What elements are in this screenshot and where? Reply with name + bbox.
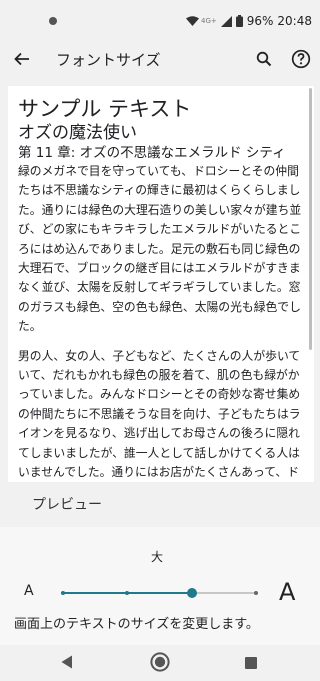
sample-text-title: サンプル テキスト [18,97,192,121]
preview-paragraph: 男の人、女の人、子どもなど、たくさんの人が歩いていて、だれもかれも緑色の服を着て… [18,348,301,480]
arrow-back-icon [14,52,29,66]
font-size-slider[interactable] [61,586,258,600]
app-bar: フォントサイズ [0,40,320,78]
larger-font-label: A [279,578,296,606]
slider-tick [254,591,258,595]
chapter-heading: 第 11 章: オズの不思議なエメラルド シティ [18,145,286,161]
smaller-font-label: A [24,583,34,599]
slider-tick [124,591,129,595]
font-size-description: 画面上のテキストのサイズを変更します。 [14,617,259,632]
preview-paragraph: 緑のメガネで目を守っていても、ドロシーとその仲間たちは不思議なシティの輝きに最初… [18,164,302,334]
nav-recents-icon[interactable] [245,657,257,669]
search-icon [256,51,272,67]
help-icon [291,49,311,69]
network-type-label: 4G+ [200,17,217,25]
help-button[interactable] [289,47,313,71]
navigation-bar [0,645,320,681]
preview-card[interactable]: サンプル テキスト オズの魔法使い 第 11 章: オズの不思議なエメラルド シ… [8,86,314,482]
status-bar: 4G+ 96% 20:48 [0,0,320,40]
camera-cutout [49,17,57,25]
page-title: フォントサイズ [56,51,161,69]
signal-icon [220,15,232,27]
nav-home-icon[interactable] [150,652,170,672]
battery-percent: 96% [246,14,274,28]
slider-thumb[interactable] [187,588,198,598]
preview-scrollbar[interactable] [309,88,312,350]
status-indicators: 4G+ 96% 20:48 [185,14,312,28]
nav-back-icon[interactable] [61,655,73,669]
search-button[interactable] [252,47,276,71]
back-button[interactable] [10,47,34,71]
book-title: オズの魔法使い [18,123,137,143]
battery-icon [235,15,243,27]
slider-tick [61,591,65,595]
clock: 20:48 [277,14,312,28]
current-size-label: 大 [151,550,164,564]
preview-label: プレビュー [32,497,102,513]
wifi-icon [185,16,199,26]
